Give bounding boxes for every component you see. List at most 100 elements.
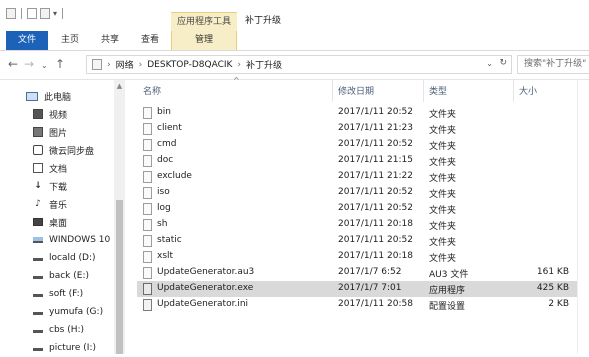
folder-icon[interactable] [6,8,16,19]
nav-item-drive-f[interactable]: soft (F:) [33,285,83,303]
chevron-right-icon[interactable]: › [237,60,241,70]
file-name: static [157,235,182,245]
file-list-scrollbar[interactable] [577,80,589,354]
table-row[interactable]: UpdateGenerator.ini 2017/1/11 20:58 配置设置 2 … [137,297,577,313]
table-row[interactable]: exclude 2017/1/11 21:22 文件夹 [137,169,577,185]
file-size: 2 KB [548,299,569,309]
computer-icon [26,91,38,101]
file-modified: 2017/1/11 20:58 [338,299,413,309]
table-row[interactable]: log 2017/1/11 20:52 文件夹 [137,201,577,217]
folder-icon [143,203,152,215]
nav-item-label: 图片 [49,128,68,139]
table-row[interactable]: doc 2017/1/11 21:15 文件夹 [137,153,577,169]
up-arrow-icon[interactable]: ↑ [55,56,65,72]
nav-item-documents[interactable]: 文档 [33,159,67,177]
file-type: 配置设置 [429,302,466,312]
chevron-right-icon[interactable]: › [139,60,143,70]
file-name: UpdateGenerator.exe [157,283,254,293]
music-icon: ♪ [35,199,41,209]
nav-item-drive-g[interactable]: yumufa (G:) [33,303,103,321]
download-icon: ↓ [34,181,42,191]
table-row[interactable]: iso 2017/1/11 20:52 文件夹 [137,185,577,201]
table-row[interactable]: UpdateGenerator.exe 2017/1/7 7:01 应用程序 425 … [137,281,577,297]
nav-item-this-pc[interactable]: 此电脑 [26,87,71,105]
file-modified: 2017/1/11 20:52 [338,187,413,197]
file-modified: 2017/1/11 20:52 [338,107,413,117]
file-modified: 2017/1/11 20:18 [338,251,413,261]
column-header-type[interactable]: 类型 [429,84,447,97]
breadcrumb-network[interactable]: 网络 [116,58,134,71]
toolbar-separator [21,8,22,19]
file-modified: 2017/1/11 21:22 [338,171,413,181]
back-arrow-icon[interactable]: ← [8,56,18,72]
nav-item-videos[interactable]: 视频 [33,105,67,123]
toolbar-separator [62,8,64,19]
forward-arrow-icon[interactable]: → [24,56,34,72]
file-name: iso [157,187,170,197]
nav-item-drive-e[interactable]: back (E:) [33,267,89,285]
file-name: log [157,203,171,213]
scroll-up-icon[interactable]: ▲ [114,82,125,90]
breadcrumb-folder[interactable]: 补丁升级 [246,58,282,71]
nav-item-desktop[interactable]: 桌面 [33,213,67,231]
table-row[interactable]: xslt 2017/1/11 20:18 文件夹 [137,249,577,265]
file-modified: 2017/1/11 21:15 [338,155,413,165]
customize-toolbar-icon[interactable]: ▾ [53,9,57,18]
nav-item-drive-i[interactable]: picture (I:) [33,339,96,357]
folder-icon [143,123,152,135]
nav-item-pictures[interactable]: 图片 [33,123,67,141]
drive-icon [33,309,43,315]
tab-home[interactable]: 主页 [56,31,84,50]
file-modified: 2017/1/11 20:18 [338,219,413,229]
column-divider[interactable] [423,80,424,102]
address-bar[interactable]: › 网络 › DESKTOP-D8QACIK › 补丁升级 ⌄ ↻ [86,55,512,74]
drive-icon [33,291,43,297]
table-row[interactable]: bin 2017/1/11 20:52 文件夹 [137,105,577,121]
nav-scrollbar-thumb[interactable] [116,200,123,354]
table-row[interactable]: UpdateGenerator.au3 2017/1/7 6:52 AU3 文件 16… [137,265,577,281]
file-size: 425 KB [536,283,569,293]
nav-item-label: 此电脑 [44,92,72,103]
file-modified: 2017/1/11 20:52 [338,139,413,149]
nav-item-windows10[interactable]: WINDOWS 10 [33,231,110,249]
breadcrumb-computer[interactable]: DESKTOP-D8QACIK [147,60,232,70]
column-header-modified[interactable]: 修改日期 [338,84,374,97]
new-folder-icon[interactable] [40,8,50,19]
tab-file[interactable]: 文件 [6,31,48,50]
nav-item-weiyun[interactable]: 微云同步盘 [33,141,94,159]
file-name: bin [157,107,171,117]
nav-item-downloads[interactable]: ↓ 下载 [33,177,67,195]
recent-locations-icon[interactable]: ⌄ [41,58,48,74]
table-row[interactable]: cmd 2017/1/11 20:52 文件夹 [137,137,577,153]
folder-icon [143,171,152,183]
chevron-down-icon[interactable]: ⌄ [486,59,493,68]
file-size: 161 KB [536,267,569,277]
file-name: doc [157,155,174,165]
table-row[interactable]: static 2017/1/11 20:52 文件夹 [137,233,577,249]
search-input[interactable]: 搜索"补丁升级" [517,55,589,74]
properties-icon[interactable] [27,8,37,19]
folder-icon [143,187,152,199]
nav-item-label: cbs (H:) [49,325,85,335]
column-divider[interactable] [513,80,514,102]
nav-item-drive-d[interactable]: locald (D:) [33,249,96,267]
nav-item-drive-h[interactable]: cbs (H:) [33,321,84,339]
column-header-name[interactable]: 名称 [143,84,161,97]
table-row[interactable]: client 2017/1/11 21:23 文件夹 [137,121,577,137]
column-divider[interactable] [332,80,333,102]
tab-share[interactable]: 共享 [96,31,124,50]
tab-manage[interactable]: 管理 [171,31,237,50]
file-modified: 2017/1/7 7:01 [338,283,402,293]
column-header-size[interactable]: 大小 [519,84,537,97]
table-row[interactable]: sh 2017/1/11 20:18 文件夹 [137,217,577,233]
nav-item-label: 桌面 [49,218,68,229]
chevron-right-icon[interactable]: › [107,60,111,70]
file-type: 文件夹 [429,222,457,232]
tab-view[interactable]: 查看 [136,31,164,50]
file-type: 文件夹 [429,142,457,152]
nav-item-music[interactable]: ♪ 音乐 [33,195,67,213]
refresh-icon[interactable]: ↻ [499,58,507,68]
folder-icon [143,235,152,247]
system-drive-icon [33,237,43,243]
drive-icon [33,327,43,333]
